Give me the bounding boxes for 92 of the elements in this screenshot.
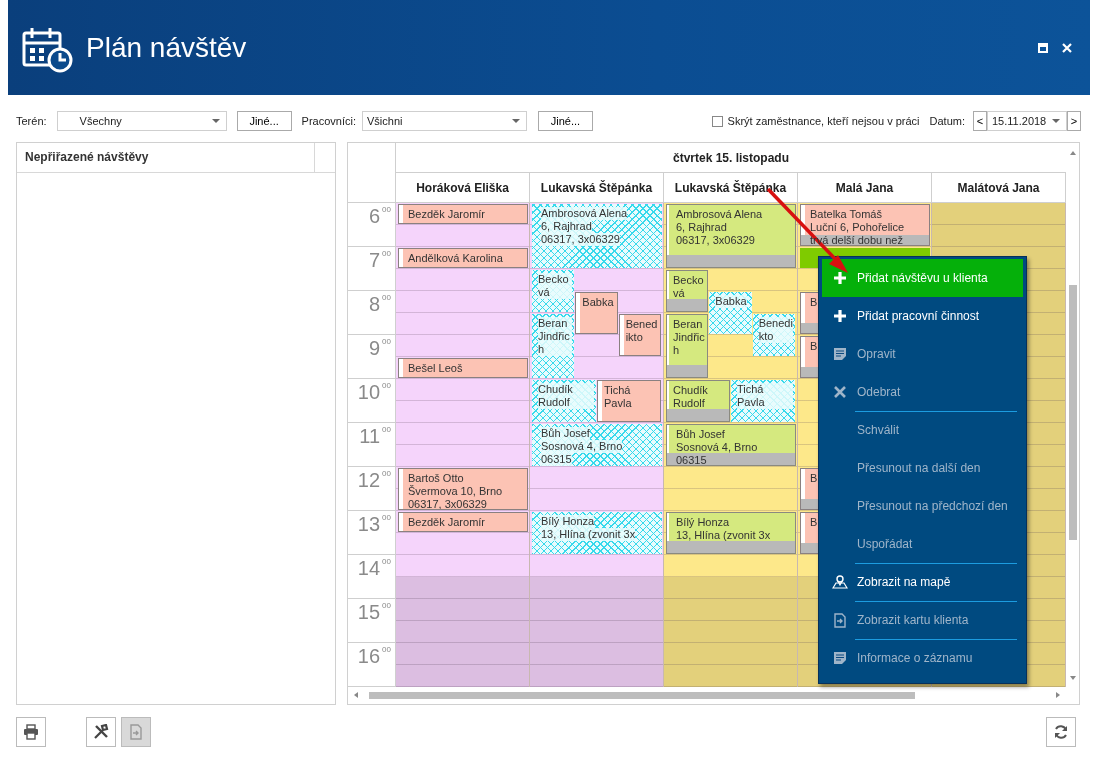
visit-card[interactable]: Bůh Josef Sosnová 4, Brno 06315 (532, 424, 662, 466)
maximize-icon (1038, 42, 1048, 53)
visit-card[interactable]: Tichá Pavla (597, 380, 661, 422)
export-icon (834, 612, 846, 628)
employee-header: Horáková Eliška (396, 173, 530, 202)
minute-label: 00 (382, 293, 391, 304)
visit-card[interactable]: Ambrosová Alena 6, Rajhrad 06317, 3x06329 (532, 204, 662, 268)
export-icon (128, 724, 144, 740)
hour-label: 7 (368, 249, 381, 273)
scroll-left-icon[interactable] (354, 692, 358, 698)
caret-icon (1052, 119, 1060, 123)
date-label: Datum: (929, 115, 965, 127)
scroll-up-icon[interactable] (1069, 151, 1076, 155)
caret-icon (211, 119, 220, 123)
printer-icon (23, 724, 39, 740)
document-icon (834, 652, 846, 664)
hour-label: 6 (368, 205, 381, 229)
employee-header: Lukavská Štěpánka (664, 173, 798, 202)
hour-label: 14 (357, 557, 381, 581)
visit-card[interactable]: Becková (666, 270, 709, 312)
visit-card[interactable]: Babka (709, 292, 752, 334)
remove-icon (834, 386, 846, 398)
employee-header: Lukavská Štěpánka (530, 173, 664, 202)
calendar-clock-icon (22, 25, 74, 74)
window-title: Plán návštěv (86, 31, 247, 64)
other-button[interactable]: Jiné... (538, 111, 593, 131)
visit-card[interactable]: Bílý Honza 13, Hlína (zvonit 3x (532, 512, 662, 554)
employee-header: Malátová Jana (932, 173, 1066, 202)
hour-label: 8 (368, 293, 381, 317)
visit-card[interactable]: Chudík Rudolf (532, 380, 596, 422)
visit-card[interactable]: Benedikto (618, 314, 661, 356)
scroll-right-icon[interactable] (1056, 692, 1060, 698)
terrain-dropdown[interactable]: Všechny (56, 111, 227, 131)
minute-label: 00 (382, 645, 391, 656)
panel-header: Nepřiřazené návštěvy (17, 143, 315, 172)
minute-label: 00 (382, 425, 391, 436)
plus-icon (834, 272, 846, 284)
filter-label: Pracovníci: (301, 115, 356, 127)
previous-day-button[interactable]: < (973, 111, 987, 131)
caret-icon (512, 119, 520, 123)
visit-card[interactable]: Chudík Rudolf (666, 380, 730, 422)
visit-card[interactable]: Andělková Karolina (398, 248, 528, 268)
visit-card[interactable]: Beran Jindřich (532, 314, 575, 378)
visit-card[interactable]: Ambrosová Alena 6, Rajhrad 06317, 3x06329 (666, 204, 796, 268)
visit-card[interactable]: Bartoš Otto Švermova 10, Brno 06317, 3x06329 (398, 468, 528, 510)
hour-label: 13 (357, 513, 381, 537)
visit-card[interactable]: Benedikto (752, 314, 795, 356)
checkbox-label[interactable]: Skrýt zaměstnance, kteří nejsou v práci (727, 115, 920, 127)
next-day-button[interactable]: > (1067, 111, 1081, 131)
hour-label: 11 (359, 425, 381, 449)
visit-card[interactable]: Beran Jindřich (666, 314, 709, 378)
hour-label: 16 (357, 645, 381, 669)
checkbox[interactable] (711, 115, 723, 127)
scroll-thumb[interactable] (1068, 285, 1077, 540)
employee-header: Malá Jana (798, 173, 932, 202)
other-button[interactable]: Jiné... (236, 111, 292, 131)
minute-label: 00 (382, 557, 391, 568)
visit-card[interactable]: Becková (532, 270, 575, 312)
close-icon (1062, 42, 1072, 53)
tools-icon (93, 724, 109, 740)
visit-card[interactable]: Bůh Josef Sosnová 4, Brno 06315 (666, 424, 796, 466)
visit-card[interactable]: Bílý Honza 13, Hlína (zvonit 3x (666, 512, 796, 554)
visit-card[interactable]: Babka (575, 292, 618, 334)
date-picker[interactable]: 15.11.2018 (987, 111, 1067, 131)
day-header: čtvrtek 15. listopadu (396, 143, 1066, 173)
hour-label: 12 (357, 469, 381, 493)
print-button[interactable] (16, 717, 46, 747)
workers-dropdown[interactable]: Všichni (362, 111, 527, 131)
minute-label: 00 (382, 513, 391, 524)
hour-label: 15 (357, 601, 381, 625)
refresh-icon (1053, 724, 1069, 740)
tools-button[interactable] (86, 717, 116, 747)
minute-label: 00 (382, 205, 391, 216)
plus-icon (834, 310, 846, 322)
minute-label: 00 (382, 381, 391, 392)
hour-label: 10 (357, 381, 381, 405)
menu-item[interactable]: Přidat pracovní činnost (822, 297, 1023, 335)
hour-label: 9 (368, 337, 381, 361)
refresh-button[interactable] (1046, 717, 1076, 747)
scroll-down-icon[interactable] (1069, 676, 1076, 680)
minute-label: 00 (382, 601, 391, 612)
filter-label: Terén: (16, 115, 47, 127)
minute-label: 00 (382, 469, 391, 480)
visit-card[interactable]: Bezděk Jaromír (398, 512, 528, 532)
visit-card[interactable]: Bešel Leoš (398, 358, 528, 378)
map-pin-icon (832, 575, 848, 589)
document-icon (834, 348, 846, 360)
visit-card[interactable]: Bezděk Jaromír (398, 204, 528, 224)
minute-label: 00 (382, 337, 391, 348)
visit-card[interactable]: Tichá Pavla (731, 380, 795, 422)
scroll-thumb[interactable] (369, 691, 915, 699)
minute-label: 00 (382, 249, 391, 260)
